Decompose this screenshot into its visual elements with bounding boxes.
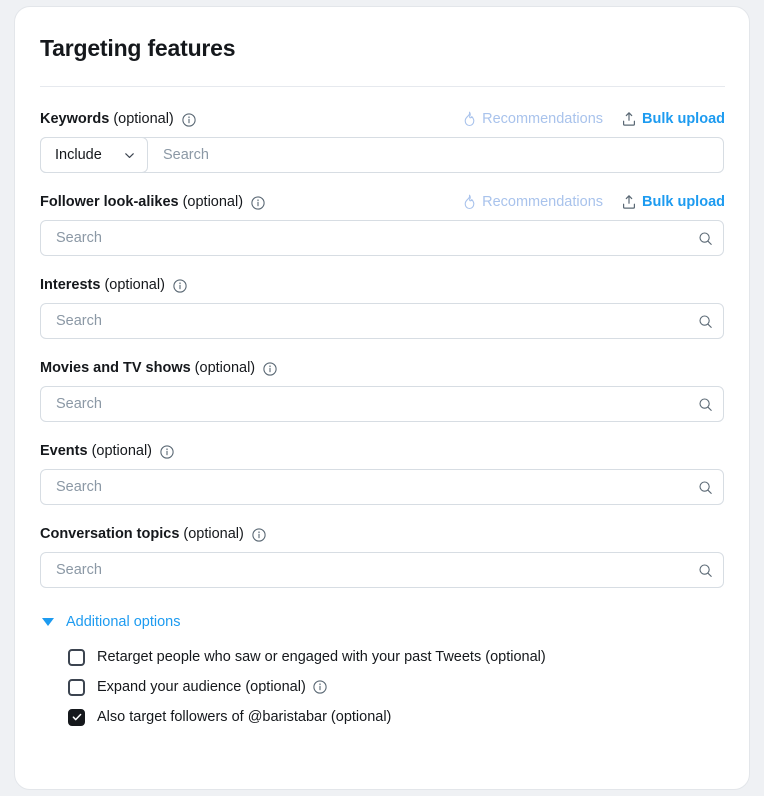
- info-circle-icon[interactable]: [173, 279, 187, 293]
- interests-search-input[interactable]: Search: [41, 304, 687, 338]
- additional-options-section: Additional options Retarget people who s…: [40, 614, 725, 732]
- conversation-topics-input-shell: Search: [40, 552, 724, 588]
- checkbox-label-retarget-past-tweets: Retarget people who saw or engaged with …: [97, 649, 546, 665]
- bulk-upload-button-keywords[interactable]: Bulk upload: [621, 111, 725, 127]
- field-label-movies-and-tv-shows: Movies and TV shows: [40, 360, 191, 376]
- label-left-conversation-topics: Conversation topics (optional): [40, 526, 266, 542]
- events-search-input[interactable]: Search: [41, 470, 687, 504]
- additional-options-label: Additional options: [66, 614, 181, 630]
- keywords-input-shell: Include Search: [40, 137, 724, 173]
- label-actions-keywords: Recommendations Bulk upload: [462, 111, 725, 127]
- info-circle-icon[interactable]: [251, 196, 265, 210]
- events-input-shell: Search: [40, 469, 724, 505]
- page-background: Targeting features Keywords (optional) R…: [0, 0, 764, 796]
- label-actions-follower-look-alikes: Recommendations Bulk upload: [462, 194, 725, 210]
- checkbox-row-retarget-past-tweets[interactable]: Retarget people who saw or engaged with …: [68, 642, 725, 672]
- search-icon[interactable]: [687, 387, 723, 421]
- label-left-follower-look-alikes: Follower look-alikes (optional): [40, 194, 265, 210]
- field-optional-movies-and-tv-shows: (optional): [194, 360, 256, 376]
- field-group-events: Events (optional) Search: [40, 441, 725, 505]
- field-optional-events: (optional): [91, 443, 153, 459]
- upload-icon: [621, 194, 637, 210]
- label-row-follower-look-alikes: Follower look-alikes (optional) Recommen…: [40, 192, 725, 212]
- search-icon[interactable]: [687, 553, 723, 587]
- search-icon[interactable]: [687, 221, 723, 255]
- checkbox-row-also-target-followers[interactable]: Also target followers of @baristabar (op…: [68, 702, 725, 732]
- label-row-events: Events (optional): [40, 441, 725, 461]
- keywords-search-input[interactable]: Search: [148, 138, 723, 172]
- upload-icon: [621, 111, 637, 127]
- recommendations-button-follower-look-alikes[interactable]: Recommendations: [462, 194, 603, 210]
- field-label-events: Events: [40, 443, 88, 459]
- bulk-upload-label: Bulk upload: [642, 194, 725, 210]
- field-label-interests: Interests: [40, 277, 101, 293]
- field-optional-follower-look-alikes: (optional): [182, 194, 244, 210]
- field-optional-interests: (optional): [104, 277, 165, 293]
- bulk-upload-label: Bulk upload: [642, 111, 725, 127]
- triangle-down-icon: [42, 618, 54, 626]
- title-divider: [40, 86, 725, 87]
- bulk-upload-button-follower-look-alikes[interactable]: Bulk upload: [621, 194, 725, 210]
- label-left-events: Events (optional): [40, 443, 174, 459]
- field-label-keywords: Keywords: [40, 111, 110, 127]
- interests-input-shell: Search: [40, 303, 724, 339]
- flame-icon: [462, 111, 477, 127]
- page-title: Targeting features: [40, 35, 236, 61]
- field-group-keywords: Keywords (optional) Recommendations Bulk…: [40, 109, 725, 173]
- conversation-topics-search-input[interactable]: Search: [41, 553, 687, 587]
- field-group-movies-and-tv-shows: Movies and TV shows (optional) Search: [40, 358, 725, 422]
- keywords-include-select-value: Include: [55, 147, 102, 163]
- checkbox-also-target-followers[interactable]: [68, 708, 85, 726]
- search-icon[interactable]: [687, 304, 723, 338]
- keywords-include-select[interactable]: Include: [40, 137, 148, 173]
- label-row-keywords: Keywords (optional) Recommendations Bulk…: [40, 109, 725, 129]
- field-optional-keywords: (optional): [113, 111, 174, 127]
- targeting-features-card: Targeting features Keywords (optional) R…: [14, 6, 750, 790]
- field-group-follower-look-alikes: Follower look-alikes (optional) Recommen…: [40, 192, 725, 256]
- field-label-follower-look-alikes: Follower look-alikes: [40, 194, 179, 210]
- additional-options-checkbox-list: Retarget people who saw or engaged with …: [40, 642, 725, 732]
- movies-and-tv-shows-search-input[interactable]: Search: [41, 387, 687, 421]
- checkbox-label-expand-audience-wrap: Expand your audience (optional): [97, 679, 327, 695]
- label-row-conversation-topics: Conversation topics (optional): [40, 524, 725, 544]
- info-circle-icon[interactable]: [182, 113, 196, 127]
- follower-look-alikes-search-input[interactable]: Search: [41, 221, 687, 255]
- label-row-movies-and-tv-shows: Movies and TV shows (optional): [40, 358, 725, 378]
- field-group-interests: Interests (optional) Search: [40, 275, 725, 339]
- movies-and-tv-shows-input-shell: Search: [40, 386, 724, 422]
- info-circle-icon[interactable]: [313, 680, 327, 694]
- info-circle-icon[interactable]: [263, 362, 277, 376]
- field-optional-conversation-topics: (optional): [183, 526, 244, 542]
- info-circle-icon[interactable]: [252, 528, 266, 542]
- recommendations-label: Recommendations: [482, 111, 604, 127]
- checkbox-retarget-past-tweets[interactable]: [68, 648, 85, 666]
- checkbox-label-also-target-followers: Also target followers of @baristabar (op…: [97, 709, 392, 725]
- checkbox-expand-audience[interactable]: [68, 678, 85, 696]
- additional-options-toggle[interactable]: Additional options: [40, 614, 725, 630]
- flame-icon: [462, 194, 477, 210]
- checkbox-row-expand-audience[interactable]: Expand your audience (optional): [68, 672, 725, 702]
- label-left-keywords: Keywords (optional): [40, 111, 196, 127]
- info-circle-icon[interactable]: [160, 445, 174, 459]
- recommendations-label: Recommendations: [482, 194, 604, 210]
- field-group-conversation-topics: Conversation topics (optional) Search: [40, 524, 725, 588]
- label-row-interests: Interests (optional): [40, 275, 725, 295]
- follower-look-alikes-input-shell: Search: [40, 220, 724, 256]
- field-label-conversation-topics: Conversation topics: [40, 526, 180, 542]
- label-left-movies-and-tv-shows: Movies and TV shows (optional): [40, 360, 277, 376]
- recommendations-button-keywords[interactable]: Recommendations: [462, 111, 603, 127]
- checkbox-label-expand-audience: Expand your audience (optional): [97, 679, 306, 695]
- chevron-down-icon: [123, 149, 136, 162]
- search-icon[interactable]: [687, 470, 723, 504]
- label-left-interests: Interests (optional): [40, 277, 187, 293]
